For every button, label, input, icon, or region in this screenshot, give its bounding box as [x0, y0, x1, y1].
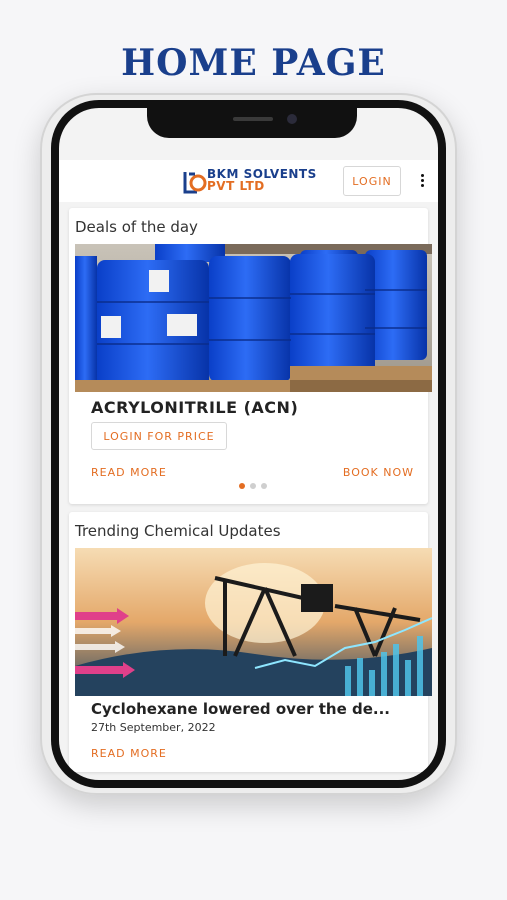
- trending-section-title: Trending Chemical Updates: [75, 522, 281, 540]
- brand-name[interactable]: BKM SOLVENTS PVT LTD: [207, 168, 317, 192]
- deals-card: Deals of the day ACRYLONITRILE (ACN) LOG…: [69, 208, 432, 504]
- book-now-link[interactable]: BOOK NOW: [343, 466, 414, 479]
- news-date: 27th September, 2022: [91, 721, 216, 734]
- brand-name-line2: PVT LTD: [207, 179, 265, 193]
- login-button[interactable]: LOGIN: [343, 166, 401, 196]
- deals-section-title: Deals of the day: [75, 218, 198, 236]
- speaker-grille: [233, 117, 273, 121]
- brand-logo-icon: [183, 172, 207, 194]
- trending-card: Trending Chemical Updates Cyclohexane lo…: [69, 512, 432, 772]
- deal-product-name[interactable]: ACRYLONITRILE (ACN): [91, 398, 298, 417]
- kebab-menu-icon[interactable]: [419, 174, 425, 190]
- phone-bezel: BKM SOLVENTS PVT LTD LOGIN Deals of the …: [51, 100, 446, 788]
- deal-read-more-link[interactable]: READ MORE: [91, 466, 167, 479]
- app-header: BKM SOLVENTS PVT LTD LOGIN: [59, 160, 438, 202]
- phone-screen: BKM SOLVENTS PVT LTD LOGIN Deals of the …: [59, 108, 438, 780]
- front-camera: [287, 114, 297, 124]
- carousel-dot-active[interactable]: [239, 483, 245, 489]
- login-for-price-button[interactable]: LOGIN FOR PRICE: [91, 422, 227, 450]
- page-title: HOME PAGE: [121, 42, 386, 84]
- phone-frame: BKM SOLVENTS PVT LTD LOGIN Deals of the …: [40, 93, 457, 795]
- trending-news-image[interactable]: [75, 548, 432, 696]
- carousel-dot[interactable]: [250, 483, 256, 489]
- phone-notch: [147, 108, 357, 138]
- news-title[interactable]: Cyclohexane lowered over the de...: [91, 700, 419, 718]
- carousel-dots: [239, 474, 272, 493]
- news-read-more-link[interactable]: READ MORE: [91, 747, 167, 760]
- carousel-dot[interactable]: [261, 483, 267, 489]
- deal-product-image[interactable]: [75, 244, 432, 392]
